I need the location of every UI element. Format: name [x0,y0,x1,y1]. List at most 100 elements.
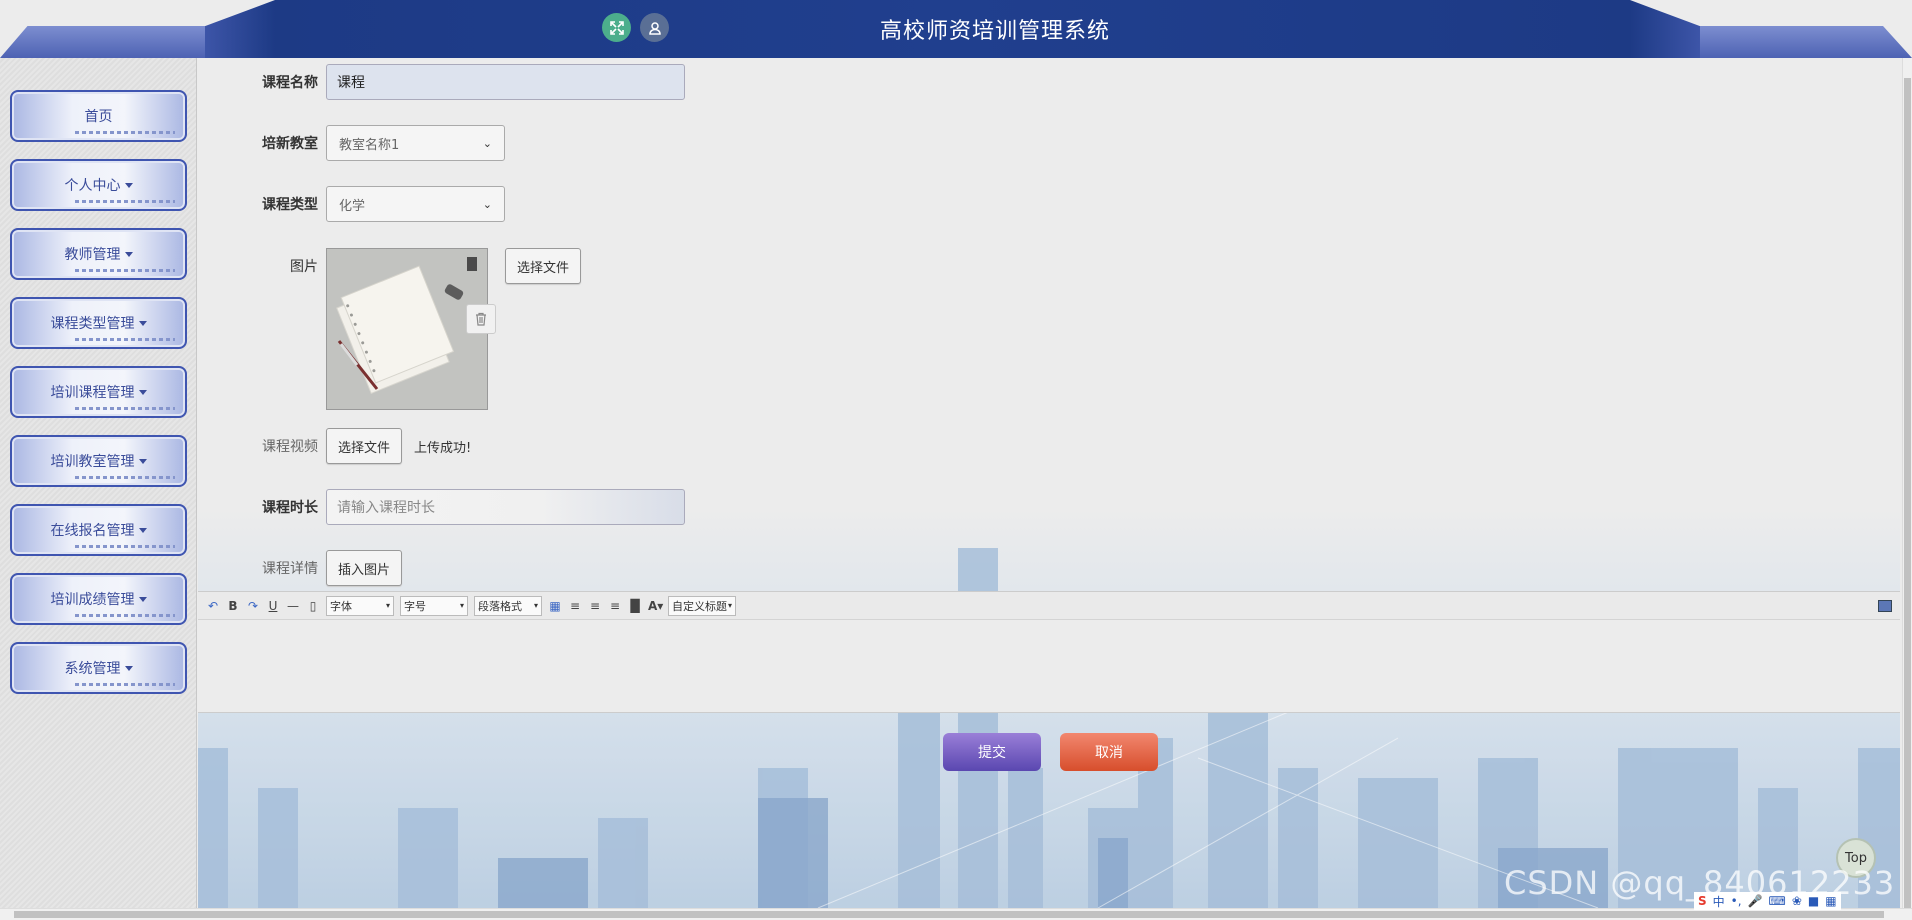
sidebar-item-teacher-management[interactable]: 教师管理 [10,228,187,280]
classroom-selected: 教室名称1 [339,137,400,153]
font-size-label: 字号 [404,599,426,613]
font-family-select[interactable]: 字体 ▾ [326,595,394,616]
nav-decoration [75,614,175,617]
chevron-down-icon [138,596,147,602]
sidebar-item-label: 课程类型管理 [50,316,135,332]
chevron-down-icon [138,389,147,395]
ime-tray: S 中 •, 🎤 ⌨ ❀ ■ ▦ [1694,892,1841,910]
sidebar-item-training-score-management[interactable]: 培训成绩管理 [10,573,187,625]
course-type-selected: 化学 [339,198,366,214]
sidebar-item-label: 培训成绩管理 [50,592,135,608]
rich-text-editor: ↶ B ↷ U — ▯ 字体 ▾ 字号 ▾ 段落格式 ▾ ▦ ≡ ≡ ≡ █ A▾ 自… [198,591,1900,713]
table-icon[interactable]: ▦ [548,599,562,613]
vertical-scrollbar-thumb[interactable] [1904,78,1911,908]
app-title: 高校师资培训管理系统 [879,19,1110,44]
chevron-down-icon [138,320,147,326]
custom-title-select[interactable]: 自定义标题 ▾ [668,595,736,616]
horizontal-rule-icon[interactable]: — [286,599,300,613]
caret-down-icon: ▾ [533,601,538,610]
punctuation-icon[interactable]: •, [1731,894,1742,908]
notebook-photo [327,249,487,409]
caret-down-icon: ▾ [459,601,464,610]
chevron-down-icon: ⌄ [482,197,492,211]
chevron-down-icon [138,527,147,533]
vertical-scrollbar[interactable] [1902,58,1912,908]
nav-decoration [75,131,175,134]
details-label: 课程详情 [262,561,318,577]
duration-label: 课程时长 [262,500,318,516]
video-label: 课程视频 [262,439,318,455]
image-row: 图片 [198,248,488,410]
user-icon [648,21,661,35]
bold-icon[interactable]: B [226,599,240,613]
align-justify-icon[interactable]: █ [628,599,642,613]
delete-image-button[interactable] [466,304,496,334]
sidebar-item-personal-center[interactable]: 个人中心 [10,159,187,211]
top-header: 高校师资培训管理系统 [0,0,1912,58]
nav-decoration [75,545,175,548]
sidebar-item-label: 首页 [84,109,113,125]
sogou-icon[interactable]: S [1698,894,1707,908]
image-label: 图片 [290,259,318,275]
nav-decoration [75,683,175,686]
sidebar-item-label: 培训教室管理 [50,454,135,470]
microphone-icon[interactable]: 🎤 [1748,894,1763,908]
horizontal-scrollbar[interactable] [0,908,1912,920]
classroom-label: 培新教室 [262,136,318,152]
sidebar-item-home[interactable]: 首页 [10,90,187,142]
main-content: 课程名称 课程 培新教室 教室名称1 ⌄ 课程类型 化学 ⌄ 图片 选择文件 课… [198,58,1900,908]
sidebar: 首页 个人中心 教师管理 课程类型管理 培训课程管理 培训教室管理 在线报名管理… [0,58,197,908]
classroom-select[interactable]: 教室名称1 ⌄ [326,125,505,161]
game-icon[interactable]: ■ [1808,894,1819,908]
duration-row: 课程时长 请输入课程时长 [198,489,685,525]
align-left-icon[interactable]: ≡ [568,599,582,613]
sidebar-item-label: 系统管理 [64,661,121,677]
align-center-icon[interactable]: ≡ [608,599,622,613]
insert-image-button[interactable]: 插入图片 [326,550,403,586]
sidebar-item-training-course-management[interactable]: 培训课程管理 [10,366,187,418]
sidebar-item-classroom-management[interactable]: 培训教室管理 [10,435,187,487]
editor-content-area[interactable] [198,620,1900,712]
grid-icon[interactable]: ▦ [1825,894,1836,908]
nav-decoration [75,407,175,410]
course-type-select[interactable]: 化学 ⌄ [326,186,505,222]
align-right-icon[interactable]: ≡ [588,599,602,613]
editor-toolbar: ↶ B ↷ U — ▯ 字体 ▾ 字号 ▾ 段落格式 ▾ ▦ ≡ ≡ ≡ █ A▾ 自… [198,592,1900,620]
classroom-row: 培新教室 教室名称1 ⌄ [198,125,505,161]
chevron-down-icon [138,458,147,464]
sidebar-item-system-management[interactable]: 系统管理 [10,642,187,694]
fullscreen-button[interactable] [602,13,631,42]
details-row: 课程详情 插入图片 [198,550,403,586]
cancel-button[interactable]: 取消 [1060,733,1158,771]
image-choose-file-button[interactable]: 选择文件 [505,248,582,284]
undo-icon[interactable]: ↶ [206,599,220,613]
course-name-input[interactable]: 课程 [326,64,685,100]
caret-down-icon: ▾ [727,601,732,610]
sidebar-item-course-type-management[interactable]: 课程类型管理 [10,297,187,349]
skin-icon[interactable]: ❀ [1792,894,1802,908]
paragraph-format-label: 段落格式 [478,599,522,613]
course-type-label: 课程类型 [262,197,318,213]
font-size-select[interactable]: 字号 ▾ [400,595,468,616]
redo-icon[interactable]: ↷ [246,599,260,613]
document-icon[interactable]: ▯ [306,599,320,613]
duration-input[interactable]: 请输入课程时长 [326,489,685,525]
chevron-down-icon [124,665,133,671]
image-preview [326,248,488,410]
fullscreen-editor-icon[interactable] [1878,599,1892,612]
video-row: 课程视频 选择文件 上传成功! [198,428,471,464]
font-color-icon[interactable]: A▾ [648,599,663,613]
underline-icon[interactable]: U [266,599,280,613]
paragraph-format-select[interactable]: 段落格式 ▾ [474,595,542,616]
video-choose-file-button[interactable]: 选择文件 [326,428,403,464]
keyboard-icon[interactable]: ⌨ [1769,894,1786,908]
user-profile-button[interactable] [640,13,669,42]
nav-decoration [75,476,175,479]
trash-icon [476,312,486,326]
ime-mode-label[interactable]: 中 [1713,893,1725,910]
submit-button[interactable]: 提交 [943,733,1041,771]
horizontal-scrollbar-thumb[interactable] [14,911,1884,918]
sidebar-item-online-registration-management[interactable]: 在线报名管理 [10,504,187,556]
nav-decoration [75,338,175,341]
font-family-label: 字体 [330,599,352,613]
